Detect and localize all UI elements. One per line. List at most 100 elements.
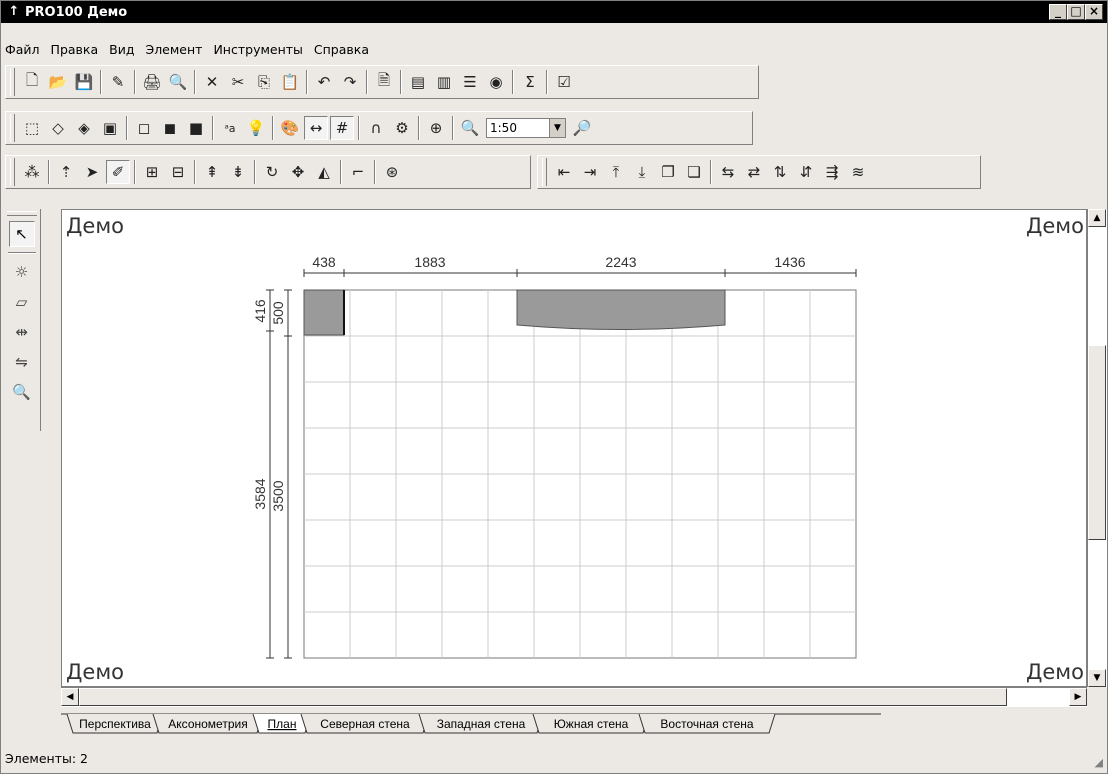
copy-icon[interactable]: ⎘ xyxy=(252,70,276,94)
distribute-icon[interactable]: ⇋ xyxy=(9,349,35,375)
scroll-right-button[interactable]: ▶ xyxy=(1069,688,1087,706)
scroll-thumb[interactable] xyxy=(79,688,1007,706)
arrow-select-icon[interactable]: ↖ xyxy=(8,221,35,247)
menu-edit[interactable]: Правка xyxy=(51,42,99,57)
menu-help[interactable]: Справка xyxy=(314,42,369,57)
tab-7[interactable]: Восточная стена xyxy=(638,713,776,734)
scroll-down-button[interactable]: ▼ xyxy=(1088,669,1106,687)
snap-icon[interactable]: ⊛ xyxy=(380,160,404,184)
scroll-thumb[interactable] xyxy=(1088,345,1106,540)
rotate-icon[interactable]: ↻ xyxy=(260,160,284,184)
ungroup-icon[interactable]: ❏ xyxy=(682,160,706,184)
distribute-h-icon[interactable]: ⇆ xyxy=(716,160,740,184)
align-bottom-icon[interactable]: ⤓ xyxy=(630,160,654,184)
render-icon[interactable]: ⚙ xyxy=(390,116,414,140)
print-icon[interactable]: 🖨 xyxy=(140,70,164,94)
open-icon[interactable]: 📂 xyxy=(46,70,70,94)
scroll-left-button[interactable]: ◀ xyxy=(61,688,79,706)
distribute-v-icon[interactable]: ⇄ xyxy=(742,160,766,184)
toolbar-grip[interactable] xyxy=(542,158,547,186)
menu-file[interactable]: Файл xyxy=(5,42,40,57)
light-icon[interactable]: ☼ xyxy=(9,259,35,285)
distribute-t-icon[interactable]: ⇅ xyxy=(768,160,792,184)
view-outline-icon[interactable]: ◇ xyxy=(46,116,70,140)
distribute-b-icon[interactable]: ⇵ xyxy=(794,160,818,184)
info-icon[interactable]: ◉ xyxy=(484,70,508,94)
text-icon[interactable]: ᵃa xyxy=(218,116,242,140)
horizontal-scrollbar[interactable]: ◀ ▶ xyxy=(61,687,1087,707)
new-icon[interactable]: 🗋 xyxy=(20,70,44,94)
stack-icon[interactable]: ≋ xyxy=(846,160,870,184)
report-icon[interactable]: ☑ xyxy=(552,70,576,94)
zoom-icon[interactable]: 🔍 xyxy=(9,379,35,405)
grid-icon[interactable]: # xyxy=(330,116,354,140)
tab-1[interactable]: Перспектива xyxy=(66,713,164,734)
redo-icon[interactable]: ↷ xyxy=(338,70,362,94)
material-icon[interactable]: ▤ xyxy=(406,70,430,94)
raise-icon[interactable]: ⇡ xyxy=(54,160,78,184)
properties-icon[interactable]: ✎ xyxy=(106,70,130,94)
resize-grip-icon[interactable]: ◢ xyxy=(1095,756,1103,769)
tab-2[interactable]: Аксонометрия xyxy=(152,713,264,734)
palette-icon[interactable]: 🎨 xyxy=(278,116,302,140)
menu-view[interactable]: Вид xyxy=(109,42,134,57)
dimension-icon[interactable]: ↔ xyxy=(304,116,328,140)
toolbar-grip[interactable] xyxy=(10,114,15,142)
move-up-icon[interactable]: ⇞ xyxy=(200,160,224,184)
view-solid-icon[interactable]: ◈ xyxy=(72,116,96,140)
corner-icon[interactable]: ⌐ xyxy=(346,160,370,184)
dimension-icon[interactable]: ⇹ xyxy=(9,319,35,345)
tab-5[interactable]: Западная стена xyxy=(418,713,544,734)
sofa-element[interactable] xyxy=(516,289,726,330)
light-icon[interactable]: 💡 xyxy=(244,116,268,140)
pointer-move-icon[interactable]: ➤ xyxy=(80,160,104,184)
pointer-edit-icon[interactable]: ✐ xyxy=(106,160,130,184)
vertical-scrollbar[interactable]: ▲ ▼ xyxy=(1087,209,1107,687)
view-wire-icon[interactable]: ⬚ xyxy=(20,116,44,140)
cut-icon[interactable]: ✂ xyxy=(226,70,250,94)
scroll-up-button[interactable]: ▲ xyxy=(1088,209,1106,227)
group-icon[interactable]: ❐ xyxy=(656,160,680,184)
maximize-button[interactable]: □ xyxy=(1067,4,1085,20)
align-left-icon[interactable]: ⇤ xyxy=(552,160,576,184)
move-icon[interactable]: ✥ xyxy=(286,160,310,184)
size-icon[interactable]: ⊞ xyxy=(140,160,164,184)
box-icon[interactable]: ▱ xyxy=(9,289,35,315)
tab-6[interactable]: Южная стена xyxy=(532,713,650,734)
view-box1-icon[interactable]: ◻ xyxy=(132,116,156,140)
project-info-icon[interactable]: 🗎 xyxy=(372,70,396,94)
size-alt-icon[interactable]: ⊟ xyxy=(166,160,190,184)
plan-canvas[interactable]: Демо Демо Демо Демо 438 1883 2243 1436 4… xyxy=(61,209,1087,687)
view-shaded-icon[interactable]: ▣ xyxy=(98,116,122,140)
minimize-button[interactable]: _ xyxy=(1049,4,1067,20)
save-icon[interactable]: 💾 xyxy=(72,70,96,94)
view-filled-icon[interactable]: ■ xyxy=(184,116,208,140)
chevron-down-icon[interactable]: ▼ xyxy=(549,119,565,137)
mirror-icon[interactable]: ◭ xyxy=(312,160,336,184)
menu-element[interactable]: Элемент xyxy=(145,42,202,57)
target-icon[interactable]: ⊕ xyxy=(424,116,448,140)
toolbar-grip[interactable] xyxy=(10,68,15,96)
toolbar-grip[interactable] xyxy=(6,211,37,216)
move-down-icon[interactable]: ⇟ xyxy=(226,160,250,184)
toolbar-grip[interactable] xyxy=(10,158,15,186)
sort-icon[interactable]: ⇶ xyxy=(820,160,844,184)
undo-icon[interactable]: ↶ xyxy=(312,70,336,94)
delete-icon[interactable]: ✕ xyxy=(200,70,224,94)
menu-tools[interactable]: Инструменты xyxy=(213,42,302,57)
close-button[interactable]: × xyxy=(1085,4,1103,20)
paste-icon[interactable]: 📋 xyxy=(278,70,302,94)
magnet-icon[interactable]: ∩ xyxy=(364,116,388,140)
zoom-in-icon[interactable]: 🔍 xyxy=(458,116,482,140)
material-alt-icon[interactable]: ▥ xyxy=(432,70,456,94)
tab-4[interactable]: Северная стена xyxy=(300,713,430,734)
list-icon[interactable]: ☰ xyxy=(458,70,482,94)
print-preview-icon[interactable]: 🔍 xyxy=(166,70,190,94)
align-right-icon[interactable]: ⇥ xyxy=(578,160,602,184)
select-all-icon[interactable]: ⁂ xyxy=(20,160,44,184)
zoom-out-icon[interactable]: 🔎 xyxy=(570,116,594,140)
sum-icon[interactable]: Σ xyxy=(518,70,542,94)
view-box2-icon[interactable]: ◼ xyxy=(158,116,182,140)
cabinet-element[interactable] xyxy=(303,289,345,336)
zoom-select[interactable]: 1:50 ▼ xyxy=(486,118,566,138)
